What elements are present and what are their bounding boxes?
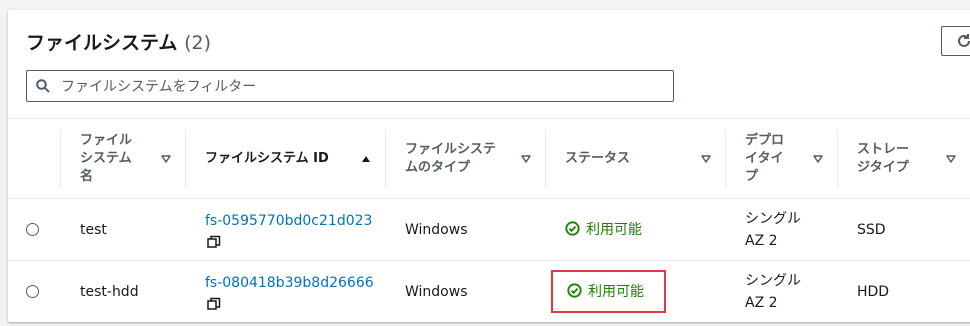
storage-type: SSD [857, 221, 886, 238]
deployment-type-line: AZ 2 [745, 294, 778, 311]
file-system-id-cell: fs-0595770bd0c21d023 [185, 199, 385, 261]
file-system-type: Windows [405, 221, 468, 238]
deployment-type-cell: シングル AZ 2 [725, 199, 837, 261]
status-cell: 利用可能 [545, 199, 725, 261]
file-system-count: (2) [184, 32, 211, 54]
header-type-line: ファイルシステ [405, 141, 497, 157]
file-system-id-link[interactable]: fs-0595770bd0c21d023 [205, 211, 385, 231]
sort-ascending-icon[interactable] [361, 154, 371, 164]
header-name-line: ファイル [80, 132, 133, 148]
file-system-type: Windows [405, 283, 468, 300]
page-title-text: ファイルシステム [26, 32, 178, 54]
file-systems-table: ファイル システム 名 ファイルシステム ID ファイルシステ ムのタイプ ステ… [8, 118, 970, 322]
row-radio-button[interactable] [26, 285, 39, 298]
sort-caret-down-icon[interactable] [161, 154, 171, 164]
header-id-label: ファイルシステム ID [205, 150, 329, 166]
status-success-icon [567, 283, 582, 298]
sort-caret-down-icon[interactable] [701, 154, 711, 164]
row-radio-button[interactable] [26, 223, 39, 236]
refresh-icon [958, 34, 970, 47]
search-icon [36, 79, 50, 93]
table-row[interactable]: test fs-0595770bd0c21d023 Windows 利用可能 シ… [8, 199, 970, 261]
deployment-type-line: シングル [745, 272, 801, 289]
column-header-deployment-type[interactable]: デプロ イタイ プ [725, 118, 837, 199]
refresh-button[interactable] [941, 26, 970, 56]
header-name-line: 名 [80, 168, 94, 184]
row-select-cell [8, 199, 60, 261]
deployment-type-cell: シングル AZ 2 [725, 261, 837, 323]
file-system-name: test [80, 221, 107, 238]
header-name-line: システム [80, 150, 132, 166]
file-systems-panel: ファイルシステム (2) ファイルシステムをフィルター ファイル システム 名 … [8, 10, 970, 322]
sort-caret-down-icon[interactable] [813, 154, 823, 164]
column-header-name[interactable]: ファイル システム 名 [60, 118, 185, 199]
column-header-status[interactable]: ステータス [545, 118, 725, 199]
status-badge: 利用可能 [567, 281, 644, 301]
header-status-label: ステータス [565, 150, 631, 166]
file-system-name: test-hdd [80, 283, 139, 300]
filter-search-box[interactable] [26, 70, 674, 102]
select-column-header [8, 118, 60, 199]
deployment-type-line: シングル [745, 210, 801, 227]
header-deployment-line: イタイ [745, 150, 784, 166]
table-row[interactable]: test-hdd fs-080418b39b8d26666 Windows 利用… [8, 261, 970, 323]
deployment-type-line: AZ 2 [745, 232, 778, 249]
column-header-storage-type[interactable]: ストレー ジタイプ [837, 118, 970, 199]
file-system-id-link[interactable]: fs-080418b39b8d26666 [205, 273, 385, 293]
copy-icon[interactable] [207, 235, 221, 249]
sort-caret-down-icon[interactable] [946, 154, 956, 164]
column-header-id[interactable]: ファイルシステム ID [185, 118, 385, 199]
header-storage-line: ジタイプ [857, 159, 909, 175]
status-success-icon [565, 221, 580, 236]
file-system-id-cell: fs-080418b39b8d26666 [185, 261, 385, 323]
page-title: ファイルシステム (2) [26, 28, 211, 55]
status-cell: 利用可能 [545, 261, 725, 323]
storage-type: HDD [857, 283, 890, 300]
header-deployment-line: デプロ [745, 132, 785, 148]
header-storage-line: ストレー [857, 141, 910, 157]
column-header-type[interactable]: ファイルシステ ムのタイプ [385, 118, 545, 199]
copy-icon[interactable] [207, 297, 221, 311]
status-text: 利用可能 [588, 283, 644, 300]
status-text: 利用可能 [586, 221, 642, 238]
row-select-cell [8, 261, 60, 323]
sort-caret-down-icon[interactable] [521, 154, 531, 164]
header-type-line: ムのタイプ [405, 159, 471, 175]
header-deployment-line: プ [745, 168, 759, 184]
status-badge: 利用可能 [565, 219, 642, 239]
filter-input[interactable] [59, 75, 663, 99]
table-header-row: ファイル システム 名 ファイルシステム ID ファイルシステ ムのタイプ ステ… [8, 118, 970, 199]
status-highlight-box: 利用可能 [551, 269, 666, 314]
